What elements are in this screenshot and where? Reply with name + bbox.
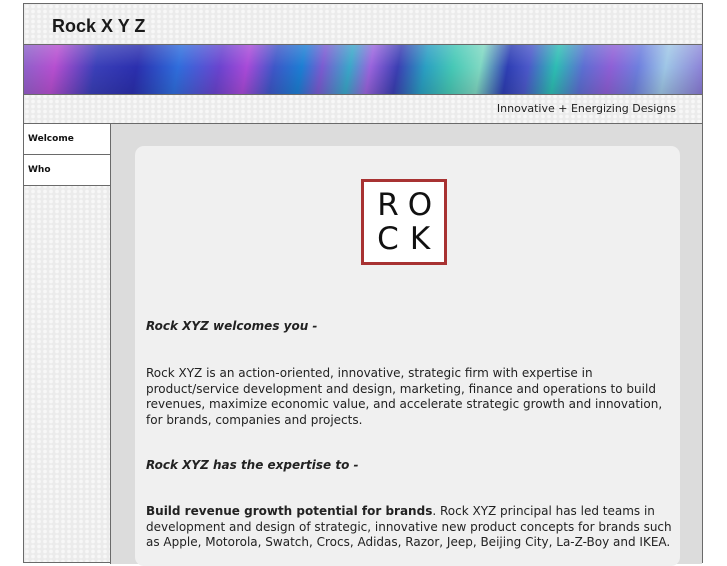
logo-letter-k: K [409, 220, 431, 257]
page-frame: Rock X Y Z Innovative + Energizing Desig… [23, 3, 703, 566]
sidebar-nav: Welcome Who [24, 124, 111, 564]
site-title: Rock X Y Z [52, 16, 146, 36]
tagline-bar: Innovative + Energizing Designs [24, 95, 702, 124]
logo-letter-r: R [377, 186, 399, 223]
sidebar-item-welcome[interactable]: Welcome [24, 124, 110, 155]
logo-letter-c: C [377, 220, 399, 257]
site-header: Rock X Y Z [24, 4, 702, 45]
banner-image [24, 45, 702, 95]
welcome-heading: Rock XYZ welcomes you - [146, 319, 318, 333]
expertise-heading: Rock XYZ has the expertise to - [146, 458, 359, 472]
rock-logo: R O C K [361, 179, 447, 265]
tagline: Innovative + Energizing Designs [496, 102, 676, 115]
revenue-paragraph: Build revenue growth potential for brand… [146, 504, 674, 551]
sidebar-item-who[interactable]: Who [24, 155, 110, 186]
main-area: R O C K Rock XYZ welcomes you - Rock XYZ… [111, 124, 702, 566]
revenue-lead: Build revenue growth potential for brand… [146, 504, 433, 518]
content-panel: R O C K Rock XYZ welcomes you - Rock XYZ… [135, 146, 680, 566]
intro-paragraph: Rock XYZ is an action-oriented, innovati… [146, 366, 663, 427]
logo-letter-o: O [407, 186, 433, 223]
